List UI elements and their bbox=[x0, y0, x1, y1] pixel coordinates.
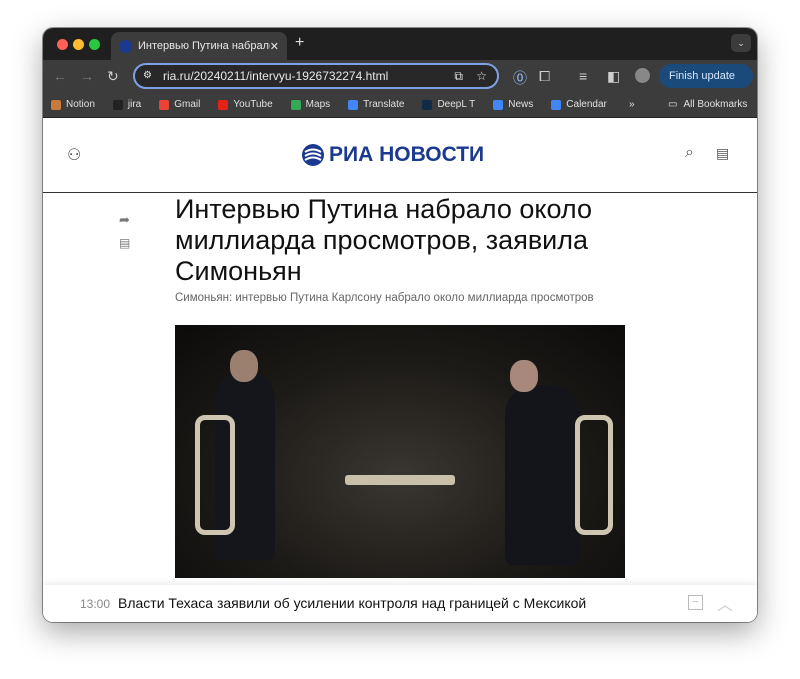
toolbar: ← → ↻ ⚙ ria.ru/20240211/intervyu-1926732… bbox=[43, 60, 757, 106]
page-content: ⚇ РИА НОВОСТИ ⌕ ▤ ➦ ▤ Интервью Путина на… bbox=[43, 118, 757, 622]
site-header: ⚇ РИА НОВОСТИ ⌕ ▤ bbox=[43, 118, 757, 193]
bookmark-label: jira bbox=[127, 99, 142, 110]
bookmark-label: News bbox=[508, 99, 534, 110]
ticker-headline[interactable]: Власти Техаса заявили об усилении контро… bbox=[118, 595, 586, 611]
search-icon[interactable]: ⌕ bbox=[685, 144, 694, 162]
new-tab-button[interactable]: + bbox=[295, 34, 304, 52]
install-app-icon[interactable]: ⧉ bbox=[454, 65, 463, 87]
tab-title: Интервью Путина набрало о bbox=[138, 40, 270, 52]
profile-avatar[interactable] bbox=[635, 68, 650, 83]
calendar-icon bbox=[551, 99, 562, 110]
forward-icon[interactable]: → bbox=[80, 68, 94, 84]
article-subtitle: Симоньян: интервью Путина Карлсону набра… bbox=[175, 292, 594, 304]
close-tab-icon[interactable]: ✕ bbox=[270, 40, 279, 53]
bookmark-label: DeepL T bbox=[437, 99, 476, 110]
ticker-time: 13:00 bbox=[80, 597, 111, 611]
zoom-window-button[interactable] bbox=[89, 39, 100, 50]
all-bookmarks[interactable]: ▭ All Bookmarks bbox=[668, 99, 747, 110]
all-bookmarks-label: All Bookmarks bbox=[683, 99, 748, 110]
bookmark-maps[interactable]: Maps bbox=[290, 99, 331, 110]
ria-favicon-icon bbox=[119, 39, 132, 53]
bookmark-label: Translate bbox=[363, 99, 405, 110]
logo-text: РИА НОВОСТИ bbox=[329, 143, 485, 166]
youtube-icon bbox=[218, 99, 229, 110]
bookmark-jira[interactable]: jira bbox=[112, 99, 142, 110]
minimize-window-button[interactable] bbox=[73, 39, 84, 50]
ria-logo[interactable]: РИА НОВОСТИ bbox=[301, 143, 484, 167]
translate-icon bbox=[348, 99, 359, 110]
site-settings-icon[interactable]: ⚙ bbox=[143, 65, 152, 87]
user-icon[interactable]: ⚇ bbox=[67, 145, 81, 165]
minimize-ticker-icon[interactable]: − bbox=[688, 595, 703, 610]
bookmark-deepl-t[interactable]: DeepL T bbox=[422, 99, 475, 110]
side-panel-icon[interactable]: ◧ bbox=[607, 68, 620, 85]
address-bar[interactable]: ⚙ ria.ru/20240211/intervyu-1926732274.ht… bbox=[133, 63, 499, 89]
tab-bar: Интервью Путина набрало о ✕ + ⌄ bbox=[43, 28, 757, 60]
bookmark-label: YouTube bbox=[233, 99, 273, 110]
ria-logo-icon bbox=[302, 144, 324, 166]
article-title: Интервью Путина набрало около миллиарда … bbox=[175, 194, 592, 286]
extensions-icon[interactable]: ⧠ bbox=[539, 68, 550, 85]
bookmark-label: Calendar bbox=[566, 99, 607, 110]
reload-icon[interactable]: ↻ bbox=[107, 68, 119, 85]
comments-icon[interactable]: ▤ bbox=[119, 236, 130, 250]
bookmarks-bar: Notion jira Gmail YouTube Maps Translate DeepL… bbox=[43, 92, 757, 118]
bookmark-youtube[interactable]: YouTube bbox=[218, 99, 273, 110]
bookmark-calendar[interactable]: Calendar bbox=[551, 99, 607, 110]
bookmark-news[interactable]: News bbox=[493, 99, 533, 110]
news-ticker[interactable]: 13:00 Власти Техаса заявили об усилении … bbox=[43, 585, 757, 622]
deepl-t-icon bbox=[422, 99, 433, 110]
password-manager-icon[interactable]: ⓪ bbox=[513, 68, 527, 88]
tab-active[interactable]: Интервью Путина набрало о ✕ bbox=[111, 32, 287, 60]
chevron-up-icon[interactable]: ︿ bbox=[717, 591, 733, 615]
bookmark-translate[interactable]: Translate bbox=[348, 99, 404, 110]
bookmark-notion[interactable]: Notion bbox=[51, 99, 95, 110]
finish-update-label: Finish update bbox=[669, 70, 736, 82]
url-text[interactable]: ria.ru/20240211/intervyu-1926732274.html bbox=[163, 69, 388, 83]
notion-icon bbox=[51, 99, 61, 110]
bookmark-star-icon[interactable]: ☆ bbox=[476, 65, 487, 87]
browser-window: Интервью Путина набрало о ✕ + ⌄ ← → ↻ ⚙ … bbox=[43, 28, 757, 622]
bookmark-label: Gmail bbox=[174, 99, 201, 110]
jira-icon bbox=[112, 99, 123, 110]
gmail-icon bbox=[159, 99, 170, 110]
close-window-button[interactable] bbox=[57, 39, 68, 50]
bookmark-gmail[interactable]: Gmail bbox=[159, 99, 200, 110]
back-icon[interactable]: ← bbox=[53, 68, 67, 84]
reading-list-icon[interactable]: ≡ bbox=[579, 68, 587, 84]
folder-icon: ▭ bbox=[668, 99, 678, 110]
news-icon bbox=[493, 99, 504, 110]
more-bookmarks-icon[interactable]: » bbox=[629, 99, 635, 110]
tab-search-button[interactable]: ⌄ bbox=[731, 34, 751, 52]
article-photo[interactable] bbox=[175, 325, 625, 578]
share-icon[interactable]: ➦ bbox=[119, 212, 130, 228]
bookmark-label: Notion bbox=[66, 99, 95, 110]
maps-icon bbox=[290, 99, 301, 110]
finish-update-button[interactable]: Finish update ⋮ bbox=[659, 64, 753, 106]
bookmark-label: Maps bbox=[305, 99, 331, 110]
chat-icon[interactable]: ▤ bbox=[716, 145, 729, 162]
